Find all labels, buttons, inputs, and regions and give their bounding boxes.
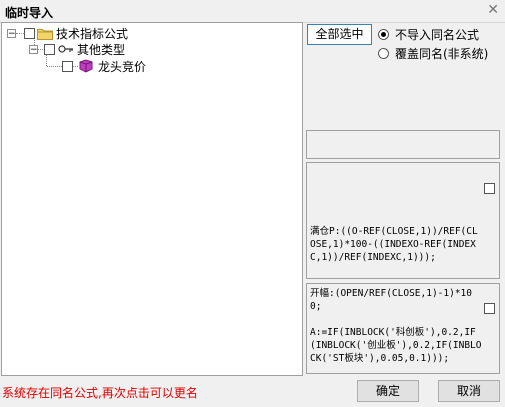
options-panel: 全部选中 不导入同名公式 覆盖同名(非系统) 满仓P:((O-REF(CLOSE… xyxy=(305,22,503,376)
collapse-toggle[interactable]: − xyxy=(7,28,16,38)
tree-node-label: 技术指标公式 xyxy=(56,26,129,41)
key-icon xyxy=(58,45,73,53)
ok-button[interactable]: 确定 xyxy=(357,380,419,402)
collapse-toggle[interactable]: − xyxy=(29,44,38,54)
formula-preview-1: 满仓P:((O-REF(CLOSE,1))/REF(CLOSE,1)*100-(… xyxy=(306,162,500,279)
cancel-button[interactable]: 取消 xyxy=(438,380,500,402)
preview-2-checkbox[interactable] xyxy=(484,303,495,314)
formula-code-2: 开幅:(OPEN/REF(CLOSE,1)-1)*100; A:=IF(INBL… xyxy=(310,288,482,364)
radio-icon[interactable] xyxy=(378,48,389,59)
radio-label: 不导入同名公式 xyxy=(395,28,480,42)
tree-connector xyxy=(47,66,62,67)
empty-preview-box xyxy=(306,130,500,159)
close-icon[interactable]: ✕ xyxy=(487,2,499,18)
tree-node-root[interactable]: − 技术指标公式 xyxy=(7,25,128,41)
tree-node-leaf[interactable]: 龙头竞价 xyxy=(62,58,146,74)
radio-skip-duplicates[interactable]: 不导入同名公式 xyxy=(378,26,479,43)
leaf-checkbox[interactable] xyxy=(62,60,73,72)
tree-node-label: 龙头竞价 xyxy=(98,59,147,74)
status-message: 系统存在同名公式,再次点击可以更名 xyxy=(2,386,198,400)
formula-tree: − 技术指标公式 − 其他类型 龙头竞价 xyxy=(1,22,303,376)
tree-node-label: 其他类型 xyxy=(77,42,126,57)
formula-preview-2: 开幅:(OPEN/REF(CLOSE,1)-1)*100; A:=IF(INBL… xyxy=(306,283,500,374)
tree-node-group[interactable]: − 其他类型 xyxy=(29,41,125,57)
select-all-button[interactable]: 全部选中 xyxy=(307,24,372,45)
window-title: 临时导入 xyxy=(5,6,54,20)
folder-icon xyxy=(37,28,53,40)
radio-label: 覆盖同名(非系统) xyxy=(395,47,489,61)
title-bar: 临时导入 ✕ xyxy=(0,0,505,23)
radio-icon[interactable] xyxy=(378,29,389,40)
formula-icon xyxy=(79,59,93,73)
formula-code-1: 满仓P:((O-REF(CLOSE,1))/REF(CLOSE,1)*100-(… xyxy=(310,226,478,263)
preview-1-checkbox[interactable] xyxy=(484,183,495,194)
group-checkbox[interactable] xyxy=(44,43,55,55)
root-checkbox[interactable] xyxy=(24,27,35,39)
radio-overwrite[interactable]: 覆盖同名(非系统) xyxy=(378,45,488,62)
